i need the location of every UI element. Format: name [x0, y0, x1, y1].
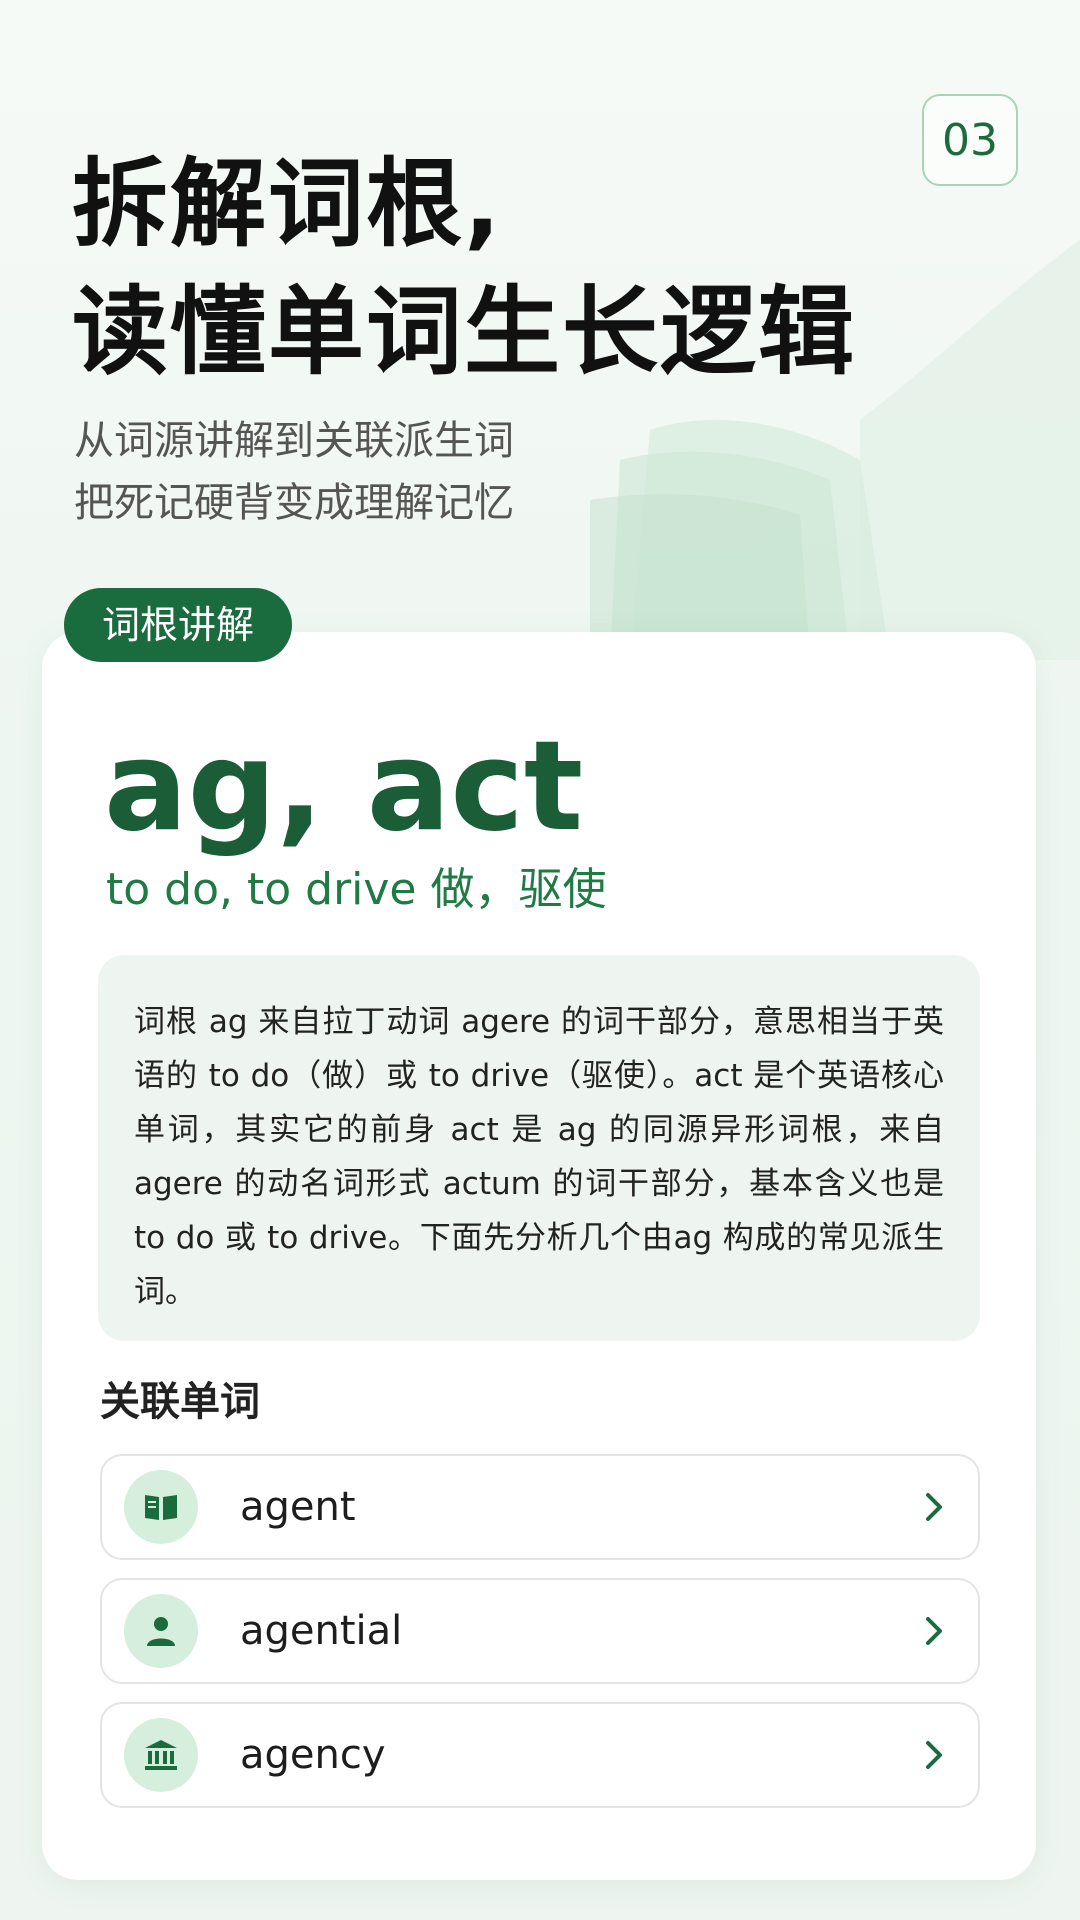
subtitle-line-1: 从词源讲解到关联派生词 — [74, 418, 514, 464]
word-label: agency — [240, 1732, 386, 1778]
section-tag: 词根讲解 — [64, 588, 293, 662]
root-meaning: to do, to drive 做，驱使 — [106, 864, 607, 915]
subtitle-line-2: 把死记硬背变成理解记忆 — [74, 480, 514, 526]
explanation-box: 词根 ag 来自拉丁动词 agere 的词干部分，意思相当于英语的 to do（… — [98, 955, 980, 1341]
book-icon — [124, 1470, 198, 1544]
headline-line-1: 拆解词根, — [72, 148, 503, 260]
headline-line-2: 读懂单词生长逻辑 — [72, 276, 856, 388]
word-label: agent — [240, 1484, 356, 1530]
explanation-text: 词根 ag 来自拉丁动词 agere 的词干部分，意思相当于英语的 to do（… — [134, 1004, 944, 1310]
root-word: ag, act — [104, 715, 584, 859]
chevron-right-icon — [926, 1741, 942, 1769]
building-icon — [124, 1718, 198, 1792]
chevron-right-icon — [926, 1617, 942, 1645]
word-item-agent[interactable]: agent — [100, 1454, 980, 1560]
page-number-badge: 03 — [922, 94, 1018, 186]
word-item-agential[interactable]: agential — [100, 1578, 980, 1684]
subtitle: 从词源讲解到关联派生词 把死记硬背变成理解记忆 — [74, 410, 774, 534]
person-icon — [124, 1594, 198, 1668]
word-label: agential — [240, 1608, 403, 1654]
chevron-right-icon — [926, 1493, 942, 1521]
related-word-list: agent agential agency — [100, 1454, 980, 1826]
related-words-title: 关联单词 — [100, 1379, 260, 1425]
headline: 拆解词根, 读懂单词生长逻辑 — [72, 140, 932, 396]
word-item-agency[interactable]: agency — [100, 1702, 980, 1808]
